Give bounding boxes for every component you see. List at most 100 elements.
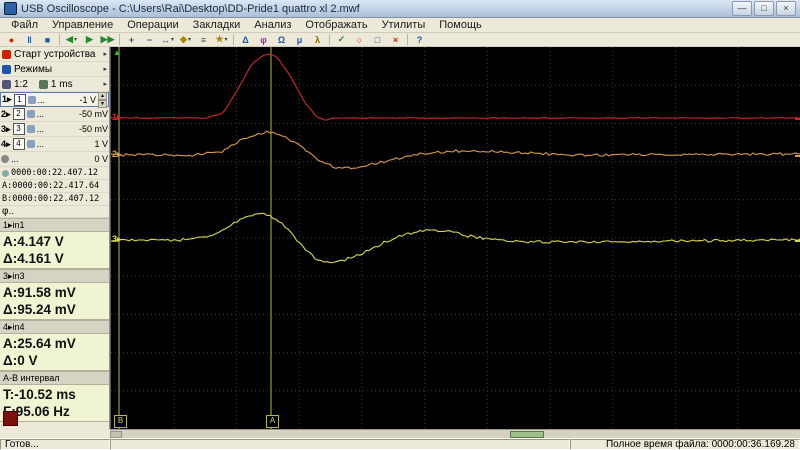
trigger-dots: ... <box>11 154 19 164</box>
title-bar: USB Oscilloscope - C:\Users\Rai\Desktop\… <box>0 0 800 18</box>
toolbar-icon-marker[interactable]: ○ <box>351 32 368 47</box>
toolbar-icon-delta[interactable]: Δ <box>237 32 254 47</box>
channel-row-2[interactable]: 2▸ 2... -50 mV <box>0 107 109 122</box>
gear-icon <box>26 110 35 118</box>
scope-canvas[interactable] <box>111 47 800 429</box>
channel-marker-1[interactable]: 1▸ <box>112 112 122 123</box>
toolbar-icon-phase[interactable]: φ <box>255 32 272 47</box>
toolbar-icon-play[interactable]: ▶ <box>81 32 98 47</box>
toolbar-icon-apply[interactable]: ✓ <box>333 32 350 47</box>
measure-group-1: 3▸in3 A:91.58 mV Δ:95.24 mV <box>0 269 109 320</box>
measure-header: A-B интервал <box>0 371 109 385</box>
start-device-button[interactable]: Старт устройства ▸ <box>0 47 109 62</box>
toolbar-icon-lambda[interactable]: λ <box>309 32 326 47</box>
minimize-button[interactable]: — <box>732 1 752 16</box>
toolbar-icon-cursors[interactable]: ◆ ▾ <box>177 32 194 47</box>
gear-icon <box>26 125 35 133</box>
scale-timebase-row[interactable]: 1:2 1 ms ▸ <box>0 77 109 92</box>
toolbar-icon-grid[interactable]: ≡ <box>195 32 212 47</box>
channel-marker-3[interactable]: 3▸ <box>112 234 122 245</box>
trace-ch1-in1 <box>111 53 800 121</box>
toolbar-icon-bookmark[interactable]: ★ ▾ <box>213 32 230 47</box>
measure-line1: A:91.58 mV <box>3 285 76 300</box>
menu-item-1[interactable]: Управление <box>45 18 120 32</box>
measure-header: 4▸in4 <box>0 320 109 334</box>
toolbar-separator <box>329 34 330 45</box>
power-icon <box>2 49 11 59</box>
channel-marker-2[interactable]: 2▸ <box>112 149 122 160</box>
menu-item-7[interactable]: Помощь <box>432 18 489 32</box>
window-title: USB Oscilloscope - C:\Users\Rai\Desktop\… <box>21 2 360 15</box>
toolbar-icon-stop[interactable]: ■ <box>39 32 56 47</box>
menu-item-6[interactable]: Утилиты <box>375 18 433 32</box>
chevron-right-icon: ▸ <box>103 66 107 73</box>
measure-header: 3▸in3 <box>0 269 109 283</box>
chevron-right-icon: ▸ <box>103 51 107 58</box>
menu-item-3[interactable]: Закладки <box>186 18 248 32</box>
channel-dots: ... <box>37 94 46 105</box>
cursor-a-time-row[interactable]: A:0000:00:22.417.64 <box>0 180 109 193</box>
toolbar-icon-zoom-out[interactable]: − <box>141 32 158 47</box>
toolbar-icon-erase[interactable]: × <box>387 32 404 47</box>
oscilloscope-display[interactable]: ▲ 1▸ 2▸ 3▸ B A <box>110 47 800 429</box>
zoom-icon <box>2 79 11 89</box>
toolbar-separator <box>59 34 60 45</box>
channel-row-1[interactable]: 1▸ 1... -1 V ▲ ▼ <box>0 91 109 108</box>
status-middle <box>110 439 570 450</box>
toolbar-icon-pause[interactable]: ‖ <box>21 32 38 47</box>
right-tick <box>795 155 800 157</box>
trigger-value: 0 V <box>94 154 108 164</box>
menu-item-0[interactable]: Файл <box>4 18 45 32</box>
menu-item-4[interactable]: Анализ <box>247 18 298 32</box>
menu-item-2[interactable]: Операции <box>120 18 185 32</box>
toolbar-icon-record[interactable]: ● <box>3 32 20 47</box>
channel-badge: 2 <box>12 108 25 120</box>
trigger-icon <box>1 155 9 163</box>
time-current: 0000:00:22.407.12 <box>11 168 98 178</box>
toolbar-icon-zoom-in[interactable]: + <box>123 32 140 47</box>
channel-row-4[interactable]: 4▸ 4... 1 V <box>0 137 109 152</box>
toolbar-icon-rewind[interactable]: ◀ ▾ <box>63 32 80 47</box>
cursor-b-time-row[interactable]: B:0000:00:22.407.12 <box>0 193 109 206</box>
right-tick <box>795 240 800 242</box>
cursor-handle-a[interactable]: A <box>266 415 279 428</box>
modes-button[interactable]: Режимы ▸ <box>0 62 109 77</box>
toolbar-icon-screen[interactable]: □ <box>369 32 386 47</box>
toolbar-icon-impedance[interactable]: Ω <box>273 32 290 47</box>
horizontal-scrollbar[interactable] <box>110 429 800 438</box>
toolbar-icon-help[interactable]: ? <box>411 32 428 47</box>
channel-badge: 1 <box>13 93 26 106</box>
measurement-panels: 1▸in1 A:4.147 V Δ:4.161 V 3▸in3 A:91.58 mV Δ:… <box>0 218 109 422</box>
gear-icon <box>27 95 36 104</box>
scrollbar-button[interactable] <box>110 431 122 438</box>
window-controls: — □ × <box>732 1 796 16</box>
offset-stepper[interactable]: ▲ ▼ <box>98 91 107 108</box>
modes-label: Режимы <box>14 63 53 75</box>
chevron-right-icon: ▸ <box>103 81 107 88</box>
channel-row-3[interactable]: 3▸ 3... -50 mV <box>0 122 109 137</box>
timebase-value: 1 ms <box>50 78 73 90</box>
close-button[interactable]: × <box>776 1 796 16</box>
maximize-button[interactable]: □ <box>754 1 774 16</box>
measure-group-0: 1▸in1 A:4.147 V Δ:4.161 V <box>0 218 109 269</box>
time-current-row[interactable]: 0000:00:22.407.12 <box>0 167 109 180</box>
trigger-row[interactable]: ... 0 V <box>0 152 109 167</box>
channel-rows: 1▸ 1... -1 V ▲ ▼ 2▸ 2... -50 mV 3▸ 3... -50 mV 4▸ 4.… <box>0 91 109 152</box>
toolbar-icon-forward[interactable]: ▶▶ <box>99 32 116 47</box>
toolbar-icon-micro[interactable]: μ <box>291 32 308 47</box>
menu-bar: Файл Управление Операции Закладки Анализ Отоб… <box>0 18 800 33</box>
toolbar-separator <box>119 34 120 45</box>
measure-line2: F:95.06 Hz <box>3 404 70 419</box>
time-icon <box>2 169 9 177</box>
scrollbar-thumb[interactable] <box>510 431 544 438</box>
channel-offset-value: -50 mV <box>78 109 108 119</box>
channel-offset-value: -50 mV <box>78 124 108 134</box>
phase-row[interactable]: φ.. <box>0 206 109 218</box>
measure-group-2: 4▸in4 A:25.64 mV Δ:0 V <box>0 320 109 371</box>
menu-item-5[interactable]: Отображать <box>298 18 374 32</box>
measure-header: 1▸in1 <box>0 218 109 232</box>
channel-offset-value: 1 V <box>94 139 108 149</box>
cursor-handle-b[interactable]: B <box>114 415 127 428</box>
toolbar-icon-pan[interactable]: ↔ ▾ <box>159 32 176 47</box>
measure-line2: Δ:4.161 V <box>3 251 64 266</box>
